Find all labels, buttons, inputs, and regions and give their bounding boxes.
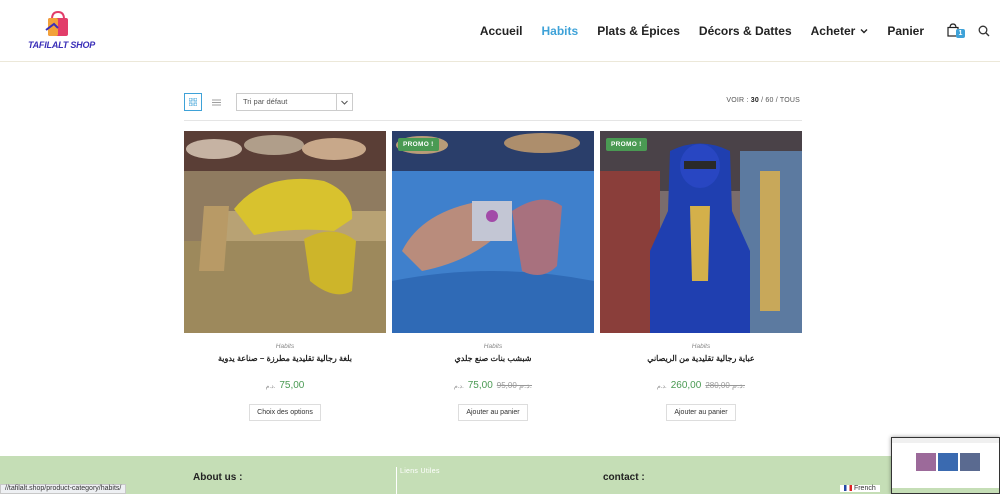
cart-button[interactable]: 1 xyxy=(946,23,965,39)
product-title[interactable]: بلغة رجالية تقليدية مطرزة – صناعة يدوية xyxy=(184,354,386,366)
product-card: Habits بلغة رجالية تقليدية مطرزة – صناعة… xyxy=(184,131,386,421)
chevron-down-icon xyxy=(860,29,868,34)
page-preview-thumbnail[interactable] xyxy=(891,437,1000,494)
footer-divider xyxy=(396,467,397,494)
per-page-all[interactable]: TOUS xyxy=(780,97,800,104)
choose-options-button[interactable]: Choix des options xyxy=(249,404,321,421)
sort-select[interactable]: Tri par défaut xyxy=(236,93,353,111)
logo[interactable]: TAFILALT SHOP xyxy=(26,8,95,54)
add-to-cart-button[interactable]: Ajouter au panier xyxy=(666,404,736,421)
nav-plats-epices[interactable]: Plats & Épices xyxy=(597,24,680,38)
list-view-button[interactable] xyxy=(207,93,225,111)
search-icon[interactable] xyxy=(978,25,990,37)
price-currency: د.م. xyxy=(656,384,667,390)
product-category[interactable]: Habits xyxy=(392,343,594,350)
shop-toolbar: Tri par défaut VOIR : 30 / 60 / TOUS xyxy=(184,92,802,112)
footer-contact-heading: contact : xyxy=(603,472,645,483)
product-image[interactable]: PROMO ! xyxy=(392,131,594,333)
nav-decors-dattes[interactable]: Décors & Dattes xyxy=(699,24,792,38)
product-card: PROMO ! Habits عباية رجالية تقليدية من ا… xyxy=(600,131,802,421)
sort-select-value: Tri par défaut xyxy=(243,97,288,106)
product-title[interactable]: عباية رجالية تقليدية من الريصاني xyxy=(600,354,802,366)
product-category[interactable]: Habits xyxy=(600,343,802,350)
flag-icon xyxy=(844,485,852,492)
nav-habits[interactable]: Habits xyxy=(542,24,579,38)
add-to-cart-button[interactable]: Ajouter au panier xyxy=(458,404,528,421)
product-grid: Habits بلغة رجالية تقليدية مطرزة – صناعة… xyxy=(184,131,804,421)
toolbar-divider xyxy=(184,120,802,121)
per-page-30[interactable]: 30 xyxy=(751,97,759,104)
product-category[interactable]: Habits xyxy=(184,343,386,350)
browser-status-url: //tafilalt.shop/product-category/habits/ xyxy=(0,484,127,494)
nav-acheter-label: Acheter xyxy=(810,24,856,38)
per-page-selector: VOIR : 30 / 60 / TOUS xyxy=(726,97,800,104)
product-price: د.م. 75,00 95,00 د.م. xyxy=(392,380,594,394)
nav-panier[interactable]: Panier xyxy=(887,24,924,38)
grid-view-button[interactable] xyxy=(184,93,202,111)
old-price: 280,00 د.م. xyxy=(705,381,745,390)
logo-text: TAFILALT SHOP xyxy=(28,40,96,50)
cart-count-badge: 1 xyxy=(956,29,965,38)
promo-badge: PROMO ! xyxy=(606,138,647,151)
nav-acheter[interactable]: Acheter xyxy=(811,24,869,38)
product-card: PROMO ! Habits شبشب بنات صنع جلدي د.م. 7… xyxy=(392,131,594,421)
chevron-down-icon xyxy=(336,94,352,110)
main-nav: Accueil Habits Plats & Épices Décors & D… xyxy=(461,0,1000,62)
price-value: 75,00 xyxy=(279,380,305,391)
product-price: د.م. 75,00 xyxy=(184,380,386,394)
shopping-bag-logo-icon xyxy=(45,10,68,36)
grid-icon xyxy=(189,98,197,106)
list-icon xyxy=(211,99,221,105)
price-value: 260,00 xyxy=(670,380,702,391)
price-value: 75,00 xyxy=(467,380,493,391)
product-title[interactable]: شبشب بنات صنع جلدي xyxy=(392,354,594,366)
promo-badge: PROMO ! xyxy=(398,138,439,151)
language-switcher[interactable]: French xyxy=(840,485,880,492)
product-image[interactable] xyxy=(184,131,386,333)
per-page-60[interactable]: 60 xyxy=(765,97,773,104)
site-header: TAFILALT SHOP Accueil Habits Plats & Épi… xyxy=(0,0,1000,62)
voir-label: VOIR : xyxy=(726,97,749,104)
product-price: د.م. 260,00 280,00 د.م. xyxy=(600,380,802,394)
price-currency: د.م. xyxy=(265,384,276,390)
footer-links-heading: Liens Utiles xyxy=(400,468,440,475)
old-price: 95,00 د.م. xyxy=(496,381,532,390)
footer-about-heading: About us : xyxy=(193,472,243,483)
price-currency: د.م. xyxy=(454,384,464,390)
nav-accueil[interactable]: Accueil xyxy=(480,24,523,38)
product-image[interactable]: PROMO ! xyxy=(600,131,802,333)
language-label: French xyxy=(853,485,876,492)
